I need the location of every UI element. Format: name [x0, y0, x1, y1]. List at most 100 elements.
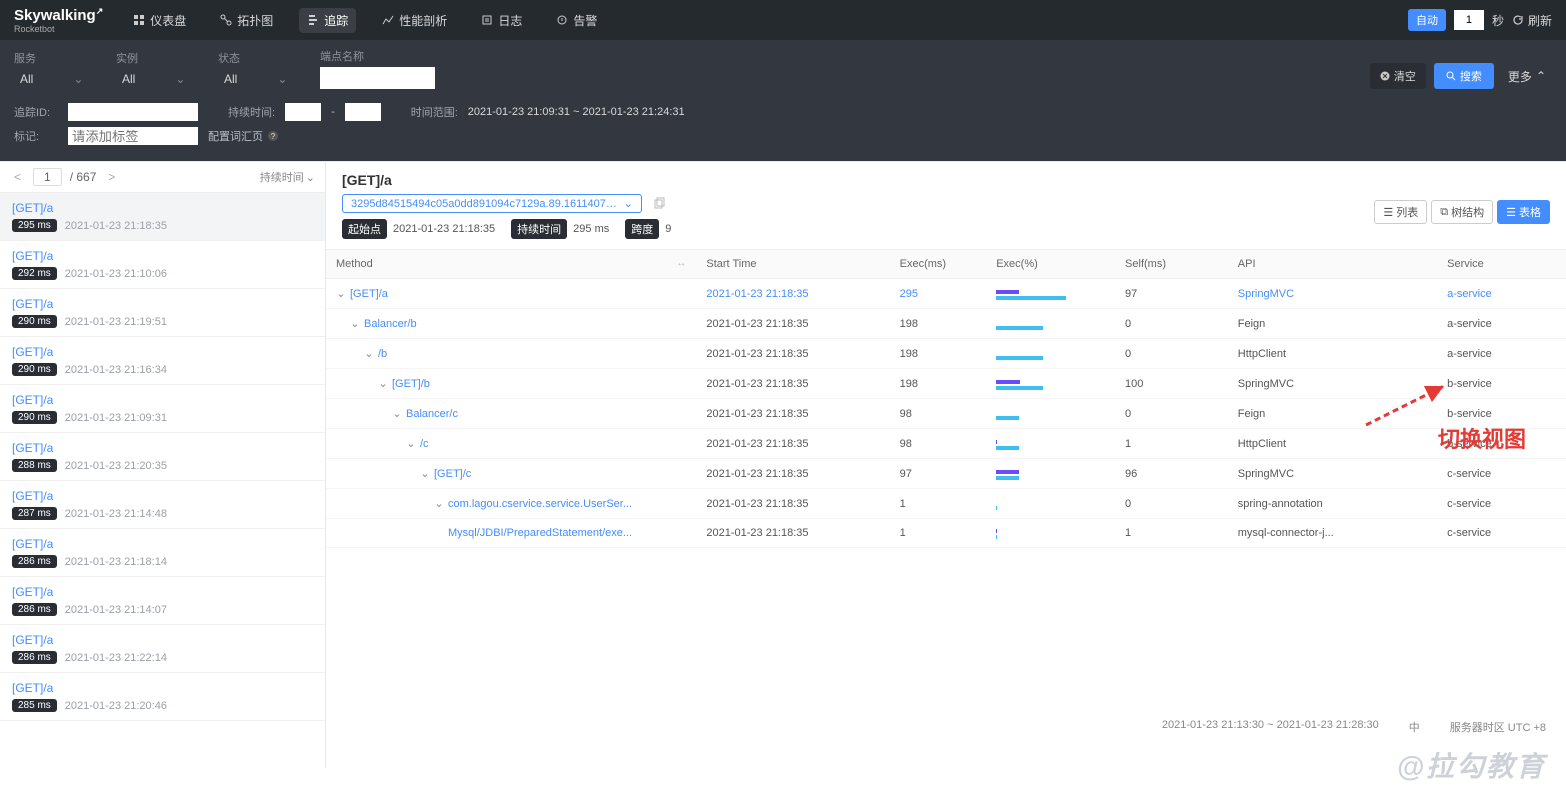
span-service: a-service	[1437, 339, 1566, 369]
chevron-down-icon[interactable]: ⌄	[336, 287, 346, 300]
trace-item[interactable]: [GET]/a290 ms2021-01-23 21:19:51	[0, 289, 325, 337]
traceid-label: 追踪ID:	[14, 104, 58, 120]
close-icon	[1380, 71, 1390, 81]
trace-item-title: [GET]/a	[12, 441, 313, 455]
table-row[interactable]: ⌄/c2021-01-23 21:18:35981HttpClientb-ser…	[326, 429, 1566, 459]
endpoint-input[interactable]	[320, 67, 435, 89]
footer-lang[interactable]: 中	[1409, 719, 1420, 735]
status-select[interactable]: All⌄	[218, 69, 298, 89]
trace-id-select[interactable]: 3295d84515494c05a0dd891094c7129a.89.1611…	[342, 194, 642, 213]
watermark: @拉勾教育	[1397, 745, 1546, 785]
chevron-down-icon[interactable]: ⌄	[350, 317, 360, 330]
table-row[interactable]: ⌄[GET]/c2021-01-23 21:18:359796SpringMVC…	[326, 459, 1566, 489]
service-select[interactable]: All⌄	[14, 69, 94, 89]
list-icon: ☰	[1383, 206, 1393, 219]
view-tree[interactable]: ⧉树结构	[1431, 200, 1493, 224]
nav-dashboard[interactable]: 仪表盘	[125, 8, 194, 33]
search-button[interactable]: 搜索	[1434, 63, 1494, 89]
endpoint-label: 端点名称	[320, 48, 435, 64]
span-self: 100	[1115, 369, 1228, 399]
span-self: 0	[1115, 339, 1228, 369]
trace-item-time: 2021-01-23 21:14:48	[65, 508, 167, 520]
instance-select[interactable]: All⌄	[116, 69, 196, 89]
tag-input[interactable]	[68, 127, 198, 145]
clear-button[interactable]: 清空	[1370, 63, 1426, 89]
help-icon: ?	[267, 130, 279, 142]
table-row[interactable]: ⌄[GET]/a2021-01-23 21:18:3529597SpringMV…	[326, 279, 1566, 309]
resize-icon[interactable]: ↔	[676, 258, 686, 269]
copy-icon[interactable]	[652, 197, 666, 211]
table-row[interactable]: ⌄Balancer/c2021-01-23 21:18:35980Feignb-…	[326, 399, 1566, 429]
trace-item[interactable]: [GET]/a286 ms2021-01-23 21:18:14	[0, 529, 325, 577]
auto-button[interactable]: 自动	[1408, 9, 1446, 31]
span-method: Balancer/c	[406, 408, 458, 420]
span-service: a-service	[1437, 309, 1566, 339]
config-vocab-link[interactable]: 配置词汇页 ?	[208, 128, 279, 144]
sidebar-pager: < 1 / 667 > 持续时间 ⌄	[0, 162, 325, 193]
col-selfms[interactable]: Self(ms)	[1115, 250, 1228, 279]
refresh-button[interactable]: 刷新	[1512, 12, 1552, 29]
log-icon	[481, 14, 493, 26]
span-exec: 98	[890, 429, 987, 459]
span-method: [GET]/a	[350, 288, 388, 300]
tag-label: 标记:	[14, 128, 58, 144]
view-toggle: ☰列表 ⧉树结构 ☰表格	[1374, 200, 1550, 224]
span-exec-bar	[986, 369, 1115, 399]
trace-item[interactable]: [GET]/a287 ms2021-01-23 21:14:48	[0, 481, 325, 529]
view-list[interactable]: ☰列表	[1374, 200, 1427, 224]
footer: 2021-01-23 21:13:30 ~ 2021-01-23 21:28:3…	[1162, 719, 1546, 735]
col-api[interactable]: API	[1228, 250, 1437, 279]
trace-item[interactable]: [GET]/a292 ms2021-01-23 21:10:06	[0, 241, 325, 289]
nav-log[interactable]: 日志	[473, 8, 530, 33]
trace-item[interactable]: [GET]/a295 ms2021-01-23 21:18:35	[0, 193, 325, 241]
nav-trace[interactable]: 追踪	[299, 8, 356, 33]
span-exec-bar	[986, 399, 1115, 429]
span-self: 97	[1115, 279, 1228, 309]
span-method: Balancer/b	[364, 318, 417, 330]
view-table[interactable]: ☰表格	[1497, 200, 1550, 224]
pager-total: / 667	[70, 170, 97, 184]
col-method[interactable]: Method↔	[326, 250, 696, 279]
chevron-down-icon[interactable]: ⌄	[434, 497, 444, 510]
span-exec: 97	[890, 459, 987, 489]
table-row[interactable]: ⌄/b2021-01-23 21:18:351980HttpClienta-se…	[326, 339, 1566, 369]
trace-item[interactable]: [GET]/a286 ms2021-01-23 21:22:14	[0, 625, 325, 673]
trace-sidebar: < 1 / 667 > 持续时间 ⌄ [GET]/a295 ms2021-01-…	[0, 162, 326, 768]
duration-max-input[interactable]	[345, 103, 381, 121]
table-row[interactable]: Mysql/JDBI/PreparedStatement/exe...2021-…	[326, 519, 1566, 548]
chevron-down-icon[interactable]: ⌄	[364, 347, 374, 360]
detail-title: [GET]/a	[342, 172, 1550, 188]
duration-min-input[interactable]	[285, 103, 321, 121]
chevron-down-icon: ⌄	[277, 72, 287, 86]
trace-item[interactable]: [GET]/a288 ms2021-01-23 21:20:35	[0, 433, 325, 481]
col-start[interactable]: Start Time	[696, 250, 889, 279]
trace-detail: [GET]/a 3295d84515494c05a0dd891094c7129a…	[326, 162, 1566, 768]
profile-icon	[382, 14, 394, 26]
trace-item[interactable]: [GET]/a285 ms2021-01-23 21:20:46	[0, 673, 325, 721]
nav-alarm[interactable]: 告警	[548, 8, 605, 33]
chevron-down-icon[interactable]: ⌄	[378, 377, 388, 390]
trace-item[interactable]: [GET]/a290 ms2021-01-23 21:16:34	[0, 337, 325, 385]
pager-prev[interactable]: <	[10, 170, 25, 184]
chevron-down-icon[interactable]: ⌄	[420, 467, 430, 480]
pager-next[interactable]: >	[104, 170, 119, 184]
interval-input[interactable]	[1454, 10, 1484, 30]
nav-profile[interactable]: 性能剖析	[374, 8, 455, 33]
col-service[interactable]: Service	[1437, 250, 1566, 279]
span-start: 2021-01-23 21:18:35	[696, 279, 889, 309]
sort-select[interactable]: 持续时间 ⌄	[260, 169, 315, 185]
col-execms[interactable]: Exec(ms)	[890, 250, 987, 279]
trace-item[interactable]: [GET]/a290 ms2021-01-23 21:09:31	[0, 385, 325, 433]
chevron-down-icon[interactable]: ⌄	[406, 437, 416, 450]
chevron-down-icon[interactable]: ⌄	[392, 407, 402, 420]
span-exec-bar	[986, 489, 1115, 519]
table-row[interactable]: ⌄[GET]/b2021-01-23 21:18:35198100SpringM…	[326, 369, 1566, 399]
span-start: 2021-01-23 21:18:35	[696, 399, 889, 429]
nav-topology[interactable]: 拓扑图	[212, 8, 281, 33]
col-execpct[interactable]: Exec(%)	[986, 250, 1115, 279]
more-toggle[interactable]: 更多 ⌃	[1502, 68, 1552, 85]
traceid-input[interactable]	[68, 103, 198, 121]
trace-item[interactable]: [GET]/a286 ms2021-01-23 21:14:07	[0, 577, 325, 625]
table-row[interactable]: ⌄Balancer/b2021-01-23 21:18:351980Feigna…	[326, 309, 1566, 339]
table-row[interactable]: ⌄com.lagou.cservice.service.UserSer...20…	[326, 489, 1566, 519]
